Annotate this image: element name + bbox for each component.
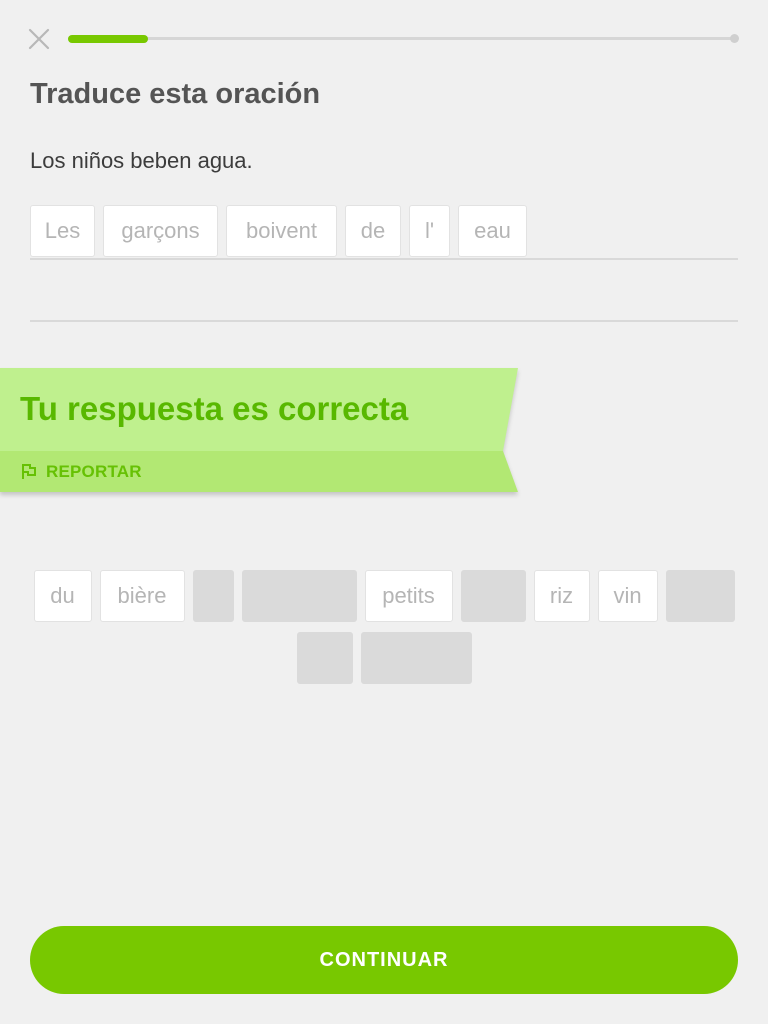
- feedback-message: Tu respuesta es correcta: [20, 390, 409, 427]
- answer-tile[interactable]: garçons: [103, 205, 218, 257]
- answer-second-line: [30, 320, 738, 322]
- report-button[interactable]: REPORTAR: [20, 461, 142, 483]
- answer-area: Les garçons boivent de l' eau: [30, 205, 738, 260]
- word-bank-tile[interactable]: vin: [597, 570, 658, 622]
- word-bank-tile[interactable]: riz: [533, 570, 590, 622]
- word-bank-tile-used: [360, 632, 472, 684]
- word-bank-tile[interactable]: du: [33, 570, 92, 622]
- flag-icon: [22, 464, 36, 479]
- word-bank-tile-used: [296, 632, 353, 684]
- exercise-title: Traduce esta oración: [30, 78, 321, 110]
- answer-tile[interactable]: eau: [458, 205, 527, 257]
- word-bank-tile-used: [665, 570, 735, 622]
- source-sentence: Los niños beben agua.: [30, 148, 253, 173]
- word-bank: du bière petits riz vin: [30, 570, 738, 684]
- word-bank-tile-used: [460, 570, 526, 622]
- close-icon: [28, 28, 50, 50]
- progress-end-dot: [730, 34, 739, 43]
- word-bank-tile-used: [241, 570, 357, 622]
- continue-button[interactable]: CONTINUAR: [30, 926, 738, 994]
- word-bank-tile[interactable]: bière: [99, 570, 185, 622]
- report-label: REPORTAR: [46, 462, 142, 481]
- word-bank-tile-used: [192, 570, 234, 622]
- answer-tile[interactable]: l': [409, 205, 450, 257]
- close-button[interactable]: [26, 26, 52, 52]
- lesson-screen: Traduce esta oración Los niños beben agu…: [0, 0, 768, 1024]
- answer-tile[interactable]: boivent: [226, 205, 337, 257]
- answer-tile[interactable]: Les: [30, 205, 95, 257]
- feedback-banner: Tu respuesta es correcta REPORTAR: [0, 368, 520, 494]
- word-bank-tile[interactable]: petits: [364, 570, 453, 622]
- progress-fill: [68, 35, 149, 43]
- progress-bar: [68, 34, 739, 43]
- answer-tile[interactable]: de: [345, 205, 401, 257]
